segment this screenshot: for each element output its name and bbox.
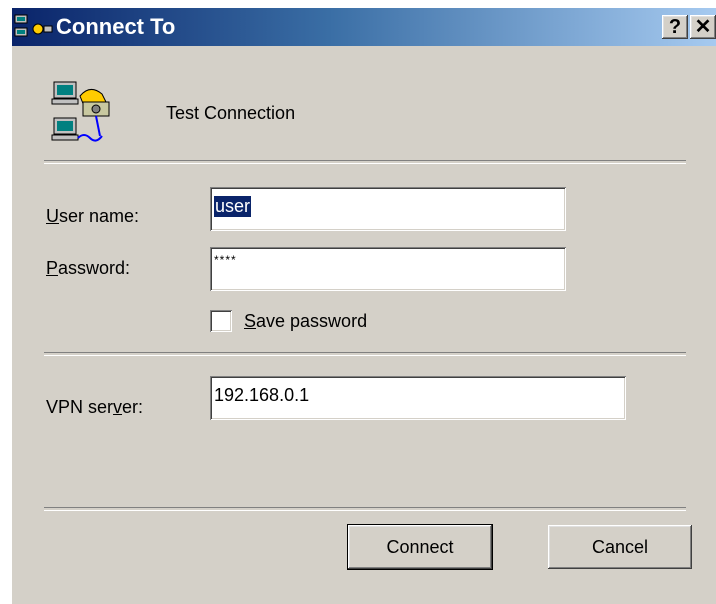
- username-label: User name:: [46, 206, 140, 226]
- connect-button[interactable]: Connect: [347, 524, 493, 570]
- password-value: ****: [214, 253, 237, 267]
- vpn-server-label: VPN server:: [46, 397, 144, 417]
- title-bar[interactable]: Connect To ? ✕: [12, 8, 716, 46]
- password-label: Password:: [46, 258, 131, 278]
- password-field[interactable]: ****: [210, 247, 566, 291]
- username-field[interactable]: user: [210, 187, 566, 231]
- save-password-checkbox[interactable]: [210, 310, 232, 332]
- vpn-server-value: 192.168.0.1: [214, 385, 310, 405]
- background-edge-top: [0, 0, 716, 8]
- separator: [44, 160, 686, 164]
- help-button[interactable]: ?: [662, 15, 688, 39]
- close-button[interactable]: ✕: [690, 15, 716, 39]
- connect-dialog: Connect To ? ✕ Test Connection User name…: [0, 0, 716, 604]
- dialup-computers-phone-icon: [50, 80, 114, 153]
- cancel-button[interactable]: Cancel: [548, 525, 692, 569]
- separator: [44, 507, 686, 511]
- save-password-label[interactable]: Save password: [244, 311, 367, 332]
- network-connection-icon: [14, 14, 54, 45]
- connection-name: Test Connection: [166, 103, 296, 123]
- username-value: user: [214, 196, 252, 217]
- background-edge: [0, 0, 12, 604]
- vpn-server-field[interactable]: 192.168.0.1: [210, 376, 626, 420]
- separator: [44, 352, 686, 356]
- window-title: Connect To: [56, 14, 176, 39]
